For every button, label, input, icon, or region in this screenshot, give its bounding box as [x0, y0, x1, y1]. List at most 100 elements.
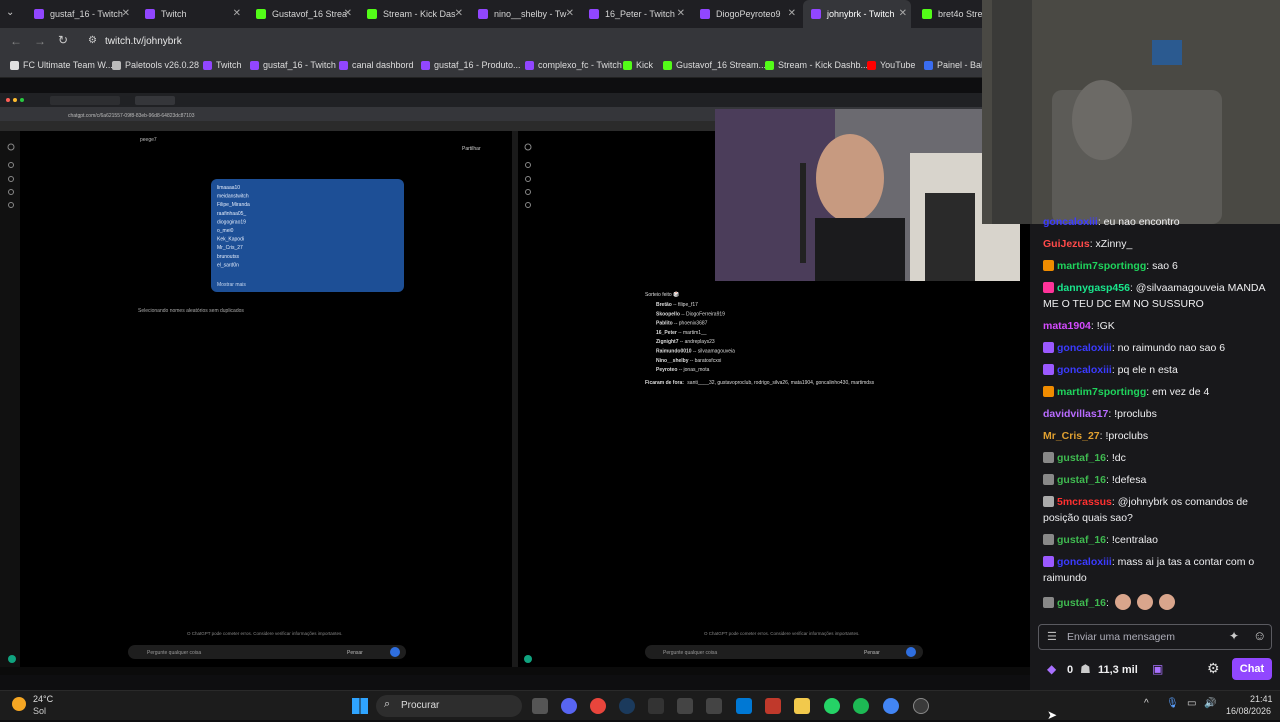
chat-username[interactable]: gustaf_16	[1057, 597, 1106, 609]
chat-username[interactable]: goncaloxiii	[1057, 364, 1112, 376]
commands-icon[interactable]: ✦	[1229, 629, 1239, 643]
tab-search-icon[interactable]: ⌄	[6, 7, 14, 18]
close-tab-icon[interactable]: ✕	[344, 8, 352, 19]
bookmark-item[interactable]: Twitch	[203, 60, 242, 70]
bookmark-item[interactable]: Painel - Bah!	[924, 60, 989, 70]
browser-tab[interactable]: Gustavof_16 Strea ✕	[248, 0, 356, 28]
bookmark-item[interactable]: Kick	[623, 60, 653, 70]
ea-icon[interactable]	[677, 698, 693, 714]
close-tab-icon[interactable]: ✕	[455, 8, 463, 19]
forward-icon[interactable]: →	[34, 34, 46, 48]
bookmark-item[interactable]: FC Ultimate Team W...	[10, 60, 113, 70]
left-out-label: Ficaram de fora:	[645, 380, 684, 386]
chat-badge-icon	[1043, 452, 1054, 463]
close-tab-icon[interactable]: ✕	[566, 8, 574, 19]
chat-button[interactable]: Chat	[1232, 658, 1272, 680]
close-tab-icon[interactable]: ✕	[677, 8, 685, 19]
viewers-icon: ☗	[1080, 662, 1091, 676]
obs-icon[interactable]	[913, 698, 929, 714]
emoji-icon[interactable]: ☺	[1253, 628, 1266, 643]
draw-pair-item: Peyroteo -- jonas_mota	[656, 367, 710, 373]
close-tab-icon[interactable]: ✕	[233, 8, 241, 19]
chat-username[interactable]: davidvillas17	[1043, 408, 1108, 420]
epic-games-icon[interactable]	[648, 698, 664, 714]
clock-time[interactable]: 21:41	[1250, 694, 1273, 704]
bookmark-item[interactable]: gustaf_16 - Produto...	[421, 60, 521, 70]
close-tab-icon[interactable]: ✕	[122, 8, 130, 19]
browser-tab[interactable]: bret4o Stream	[914, 0, 982, 28]
chat-username[interactable]: martim7sportingg	[1057, 260, 1146, 272]
site-info-icon[interactable]: ⚙	[88, 35, 97, 46]
settings-icon[interactable]: ⚙	[1207, 660, 1220, 677]
spotify-icon[interactable]	[853, 698, 869, 714]
taskbar-search[interactable]: ⌕ Procurar	[376, 695, 522, 717]
bookmark-item[interactable]: Paletools v26.0.28	[112, 60, 199, 70]
bookmark-item[interactable]: complexo_fc - Twitch	[525, 60, 622, 70]
chrome-icon[interactable]	[590, 698, 606, 714]
chat-username[interactable]: mata1904	[1043, 320, 1091, 332]
browser-tab[interactable]: Stream - Kick Das ✕	[359, 0, 467, 28]
video-editor-icon[interactable]	[765, 698, 781, 714]
chat-username[interactable]: martim7sportingg	[1057, 386, 1146, 398]
chat-username[interactable]: goncaloxiii	[1057, 556, 1112, 568]
bookmark-favicon-icon	[203, 60, 212, 70]
chat-username[interactable]: gustaf_16	[1057, 452, 1106, 464]
reload-icon[interactable]: ↻	[58, 33, 68, 47]
bookmark-label: Paletools v26.0.28	[125, 60, 200, 70]
chat-username[interactable]: dannygasp456	[1057, 282, 1130, 294]
channel-points-icon[interactable]: ◆	[1047, 662, 1056, 676]
gift-icon[interactable]: ▣	[1152, 662, 1163, 676]
chat-message: GuiJezus: xZinny_	[1043, 236, 1271, 252]
chrome-active-icon[interactable]	[883, 698, 899, 714]
chat-username[interactable]: gustaf_16	[1057, 474, 1106, 486]
whatsapp-icon[interactable]	[824, 698, 840, 714]
close-tab-icon[interactable]: ✕	[788, 8, 796, 19]
chat-username[interactable]: gustaf_16	[1057, 534, 1106, 546]
top-cut-item: peege7	[140, 137, 157, 143]
close-tab-icon[interactable]: ✕	[899, 8, 907, 19]
chat-text: : pq ele n esta	[1111, 364, 1178, 376]
clock-date[interactable]: 16/08/2026	[1226, 706, 1271, 716]
discord-icon[interactable]	[561, 698, 577, 714]
browser-tab[interactable]: gustaf_16 - Twitch ✕	[26, 0, 134, 28]
bookmark-item[interactable]: canal dashbord	[339, 60, 414, 70]
browser-tab[interactable]: Twitch ✕	[137, 0, 245, 28]
chat-username[interactable]: goncaloxiii	[1057, 342, 1112, 354]
browser-tab[interactable]: nino__shelby - Tw ✕	[470, 0, 578, 28]
steam-icon[interactable]	[619, 698, 635, 714]
browser-tab[interactable]: DiogoPeyroteo9 ✕	[692, 0, 800, 28]
app-icon[interactable]	[706, 698, 722, 714]
chat-username[interactable]: Mr_Cris_27	[1043, 430, 1100, 442]
chat-panel: goncaloxiii: eu nao encontro GuiJezus: x…	[1030, 216, 1280, 690]
tab-label: Gustavof_16 Strea	[272, 9, 348, 19]
chat-input[interactable]: ☰ Enviar uma mensagem ✦ ☺	[1038, 624, 1272, 650]
bookmark-item[interactable]: YouTube	[867, 60, 915, 70]
task-view-icon[interactable]	[532, 698, 548, 714]
bookmark-item[interactable]: Stream - Kick Dashb...	[765, 60, 868, 70]
store-icon[interactable]	[736, 698, 752, 714]
draw-pair-item: Skoopello -- DiogoFerreira919	[656, 311, 725, 317]
tray-chevron-icon[interactable]: ^	[1144, 698, 1149, 709]
browser-tab[interactable]: johnybrk - Twitch ✕	[803, 0, 911, 28]
bookmark-item[interactable]: Gustavof_16 Stream...	[663, 60, 766, 70]
bookmark-item[interactable]: gustaf_16 - Twitch	[250, 60, 336, 70]
chat-message: goncaloxiii: no raimundo nao sao 6	[1043, 340, 1271, 356]
stream-video[interactable]: chatgpt.com/c/6a621557-09f8-83eb-96d8-64…	[0, 93, 1030, 675]
network-icon[interactable]: ▭	[1187, 698, 1196, 709]
back-icon[interactable]: ←	[10, 34, 22, 48]
taskbar: 24°C Sol ⌕ Procurar ^ 🎙 ▭ 🔊 21:41 16/08/…	[0, 690, 1280, 720]
file-explorer-icon[interactable]	[794, 698, 810, 714]
chat-message: mata1904: !GK	[1043, 318, 1271, 334]
volume-icon[interactable]: 🔊	[1204, 698, 1216, 709]
bookmark-label: complexo_fc - Twitch	[538, 60, 622, 70]
windows-start-icon[interactable]	[352, 698, 368, 714]
chat-username[interactable]: 5mcrassus	[1057, 496, 1112, 508]
url-field[interactable]: twitch.tv/johnybrk	[105, 36, 182, 47]
draw-pair-item: Nino__shelby -- baratosfcxxi	[656, 358, 721, 364]
tab-label: johnybrk - Twitch	[827, 9, 895, 19]
mic-icon[interactable]: 🎙	[1166, 698, 1179, 709]
chat-username[interactable]: GuiJezus	[1043, 238, 1090, 250]
chat-message: davidvillas17: !proclubs	[1043, 406, 1271, 422]
left-out-names: santi____32, gustavoproclub, rodrigo_sil…	[687, 380, 874, 386]
browser-tab[interactable]: 16_Peter - Twitch ✕	[581, 0, 689, 28]
